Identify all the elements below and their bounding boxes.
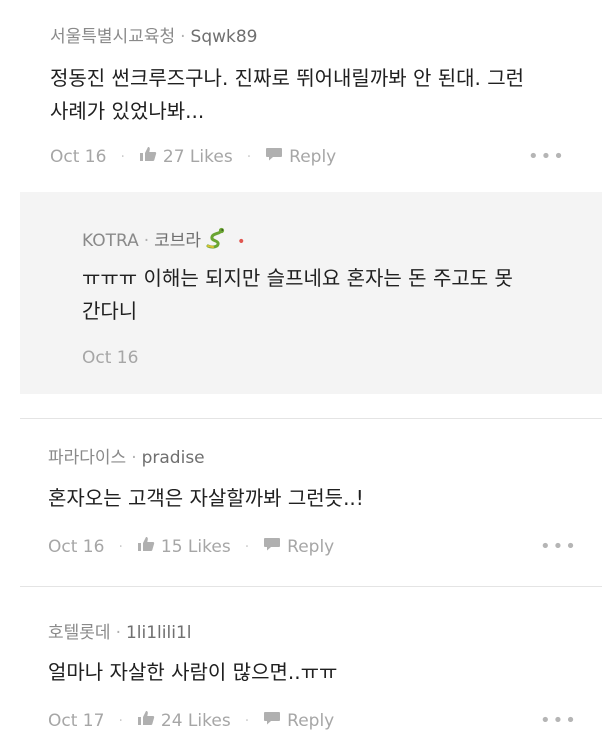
speech-bubble-icon bbox=[265, 146, 283, 167]
separator-dot: · bbox=[180, 27, 186, 47]
more-options-icon[interactable]: ••• bbox=[540, 536, 578, 557]
commenter-company[interactable]: KOTRA bbox=[82, 231, 139, 251]
comment-text-line: 혼자오는 고객은 자살할까봐 그런듯..! bbox=[48, 486, 364, 510]
comment-text: 정동진 썬크루즈구나. 진짜로 뛰어내릴까봐 안 된대. 그런 사례가 있었나봐… bbox=[50, 62, 524, 128]
comment-header: 서울특별시교육청 · Sqwk89 bbox=[50, 22, 258, 47]
reply-button[interactable]: Reply bbox=[265, 146, 336, 167]
reply-text-line: ㅠㅠㅠ 이해는 되지만 슬프네요 혼자는 돈 주고도 못 bbox=[82, 266, 513, 290]
reply-label: Reply bbox=[289, 146, 337, 167]
comment-meta: Oct 17 · 24 Likes · Reply bbox=[48, 710, 334, 731]
reply-label: Reply bbox=[287, 710, 335, 731]
comment-text: 얼마나 자살한 사람이 많으면..ㅠㅠ bbox=[48, 656, 337, 689]
comment-date: Oct 16 bbox=[50, 146, 107, 167]
reply-date: Oct 16 bbox=[82, 348, 139, 368]
comment-text-line: 얼마나 자살한 사람이 많으면..ㅠㅠ bbox=[48, 660, 338, 684]
separator-dot: · bbox=[143, 231, 150, 251]
snake-emoji-icon bbox=[205, 227, 227, 254]
meta-separator: · bbox=[118, 712, 123, 729]
commenter-username[interactable]: 코브라 bbox=[154, 231, 201, 251]
reply-label: Reply bbox=[287, 536, 335, 557]
speech-bubble-icon bbox=[263, 536, 281, 557]
divider bbox=[20, 586, 602, 587]
meta-separator: · bbox=[246, 148, 252, 165]
thumbs-up-icon bbox=[139, 146, 157, 167]
thumbs-up-icon bbox=[137, 536, 155, 557]
like-count: 24 Likes bbox=[160, 710, 231, 731]
commenter-company[interactable]: 호텔롯데 bbox=[48, 623, 111, 643]
like-count: 15 Likes bbox=[160, 536, 231, 557]
comment-text: 혼자오는 고객은 자살할까봐 그런듯..! bbox=[48, 482, 364, 515]
comment-header: 파라다이스 · pradise bbox=[48, 443, 205, 468]
reply-button[interactable]: Reply bbox=[263, 710, 334, 731]
meta-separator: · bbox=[244, 712, 250, 729]
comment-meta: Oct 16 · 27 Likes · Reply bbox=[50, 146, 336, 167]
commenter-company[interactable]: 파라다이스 bbox=[48, 448, 126, 468]
reply-button[interactable]: Reply bbox=[263, 536, 334, 557]
like-button[interactable]: 24 Likes bbox=[137, 710, 231, 731]
speech-bubble-icon bbox=[263, 710, 281, 731]
reply-meta: Oct 16 bbox=[82, 348, 138, 368]
meta-separator: · bbox=[120, 148, 125, 165]
comment-header: 호텔롯데 · 1li1lili1l bbox=[48, 618, 191, 643]
comment-date: Oct 17 bbox=[48, 710, 105, 731]
like-button[interactable]: 15 Likes bbox=[137, 536, 231, 557]
more-options-icon[interactable]: ••• bbox=[540, 710, 578, 731]
commenter-company[interactable]: 서울특별시교육청 bbox=[50, 27, 175, 47]
reply-header: KOTRA · 코브라 • bbox=[82, 226, 245, 254]
comment-date: Oct 16 bbox=[48, 536, 105, 557]
comment-text-line: 사례가 있었나봐... bbox=[50, 99, 205, 123]
commenter-username[interactable]: Sqwk89 bbox=[191, 27, 258, 47]
more-options-icon[interactable]: ••• bbox=[528, 146, 566, 167]
thumbs-up-icon bbox=[137, 710, 155, 731]
separator-dot: · bbox=[115, 623, 121, 643]
comment-text-line: 정동진 썬크루즈구나. 진짜로 뛰어내릴까봐 안 된대. 그런 bbox=[50, 66, 525, 90]
reply-text-line: 간다니 bbox=[82, 299, 138, 323]
separator-dot: · bbox=[131, 448, 137, 468]
reply-text: ㅠㅠㅠ 이해는 되지만 슬프네요 혼자는 돈 주고도 못 간다니 bbox=[82, 262, 513, 328]
divider bbox=[20, 418, 602, 419]
meta-separator: · bbox=[244, 538, 250, 555]
like-button[interactable]: 27 Likes bbox=[139, 146, 233, 167]
like-count: 27 Likes bbox=[162, 146, 233, 167]
meta-separator: · bbox=[118, 538, 123, 555]
comment-meta: Oct 16 · 15 Likes · Reply bbox=[48, 536, 334, 557]
new-badge-dot: • bbox=[237, 234, 246, 250]
commenter-username[interactable]: pradise bbox=[142, 448, 205, 468]
commenter-username[interactable]: 1li1lili1l bbox=[126, 623, 192, 643]
